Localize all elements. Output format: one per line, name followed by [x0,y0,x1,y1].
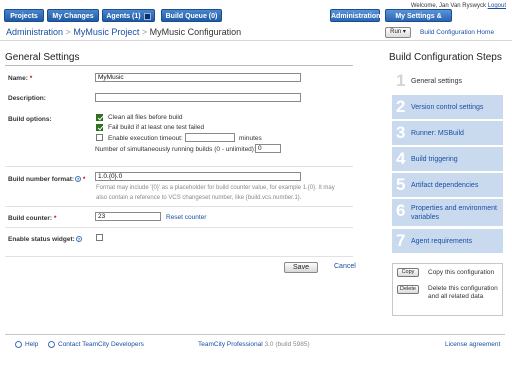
fail-build-checkbox[interactable] [96,124,103,131]
contact-link[interactable]: Contact TeamCity Developers [48,341,144,348]
help-link-text: Help [25,341,39,349]
build-counter-label-text: Build counter: [8,215,53,222]
step-label: Version control settings [411,104,484,111]
name-label: Name: * [8,75,32,82]
step-label: Agent requirements [411,238,473,245]
top-navigation: Projects My Changes Agents (1) Build Que… [0,0,512,33]
step-label: Runner: MSBuild [411,130,464,137]
required-marker: * [82,176,86,183]
divider [5,206,353,207]
tab-my-settings[interactable]: My Settings & Tools [385,9,452,33]
delete-text: Delete this configuration and all relate… [428,285,498,300]
copy-button[interactable]: Copy [397,268,419,277]
step-version-control[interactable]: 2 Version control settings [392,95,503,119]
breadcrumb-current: MyMusic Configuration [149,27,242,37]
tab-administration[interactable]: Administration [330,9,380,22]
breadcrumb: Administration > MyMusic Project > MyMus… [6,27,241,37]
running-builds-text: Number of simultaneously running builds … [95,146,256,153]
divider [5,65,353,66]
footer-divider [5,334,505,335]
page-title: General Settings [5,52,80,63]
breadcrumb-separator: > [141,27,148,37]
product-name[interactable]: TeamCity Professional [198,341,263,348]
status-widget-label-text: Enable status widget: [8,236,75,243]
run-button[interactable]: Run ▾ [385,27,411,38]
help-icon[interactable]: ? [75,236,82,242]
description-field[interactable] [95,93,301,102]
reset-counter-link[interactable]: Reset counter [166,214,206,221]
timeout-input[interactable] [185,133,235,142]
tab-agents-label: Agents (1) [106,13,141,20]
cancel-link[interactable]: Cancel [334,263,356,270]
save-button[interactable]: Save [284,262,318,273]
timeout-text: Enable execution timeout: [108,135,183,142]
tab-my-changes[interactable]: My Changes [47,9,99,22]
name-field[interactable]: MyMusic [95,73,301,82]
tab-agents[interactable]: Agents (1) [102,9,155,22]
build-counter-field[interactable]: 23 [95,212,161,221]
step-number: 2 [396,97,406,116]
status-widget-checkbox[interactable] [96,234,103,241]
step-label: Build triggering [411,156,458,163]
breadcrumb-project[interactable]: MyMusic Project [73,27,139,37]
build-number-field[interactable]: 1.0.{0}.0 [95,172,301,181]
step-agent-requirements[interactable]: 7 Agent requirements [392,229,503,253]
step-build-triggering[interactable]: 4 Build triggering [392,147,503,171]
step-properties[interactable]: 6 Properties and environment variables [392,199,503,226]
name-label-text: Name: [8,75,28,82]
tab-build-queue[interactable]: Build Queue (0) [161,9,222,22]
divider [5,166,353,167]
build-options-label: Build options: [8,116,52,123]
step-number: 6 [396,201,406,220]
contact-icon [48,341,55,348]
logout-link[interactable]: Logout [488,3,506,9]
build-counter-label: Build counter: * [8,215,56,222]
fail-build-text: Fail build if at least one test failed [108,124,205,131]
description-label: Description: [8,95,46,102]
status-widget-label: Enable status widget:? [8,236,82,243]
timeout-unit: minutes [239,135,262,142]
step-label: Properties and environment variables [411,205,497,221]
help-icon [15,341,22,348]
product-version: 3.0 (build 5985) [264,341,310,348]
breadcrumb-administration[interactable]: Administration [6,27,63,37]
build-config-home-link[interactable]: Build Configuration Home [420,29,494,36]
breadcrumb-bar: Administration > MyMusic Project > MyMus… [0,25,512,41]
build-number-label: Build number format:? * [8,176,85,183]
running-builds-input[interactable]: 0 [255,144,281,153]
required-marker: * [29,75,33,82]
run-button-label: Run [390,29,402,35]
step-runner[interactable]: 3 Runner: MSBuild [392,121,503,145]
agent-status-icon [143,12,151,20]
clean-files-checkbox[interactable] [96,114,103,121]
divider [5,227,353,228]
product-info: TeamCity Professional 3.0 (build 5985) [198,341,310,348]
build-number-label-text: Build number format: [8,176,75,183]
timeout-checkbox[interactable] [96,134,103,141]
divider [5,256,353,257]
license-link[interactable]: License agreement [445,341,500,348]
delete-button[interactable]: Delete [397,285,419,294]
step-number: 4 [396,149,406,168]
required-marker: * [53,215,57,222]
config-actions-box: Copy Copy this configuration Delete Dele… [392,263,503,316]
clean-files-text: Clean all files before build [108,114,183,121]
help-link[interactable]: Help [15,341,38,348]
build-number-hint: Format may include '{0}' as a placeholde… [96,185,335,201]
step-number: 3 [396,123,406,142]
step-artifact-dependencies[interactable]: 5 Artifact dependencies [392,173,503,197]
help-icon[interactable]: ? [75,176,82,182]
step-number: 7 [396,231,406,250]
step-label: General settings [411,78,462,85]
step-general-settings[interactable]: 1 General settings [392,69,503,93]
steps-title: Build Configuration Steps [389,52,502,63]
breadcrumb-separator: > [65,27,71,37]
copy-text: Copy this configuration [428,269,495,276]
contact-link-text: Contact TeamCity Developers [58,341,144,349]
step-number: 5 [396,175,406,194]
step-label: Artifact dependencies [411,182,479,189]
tab-projects[interactable]: Projects [4,9,44,22]
step-number: 1 [396,71,406,90]
